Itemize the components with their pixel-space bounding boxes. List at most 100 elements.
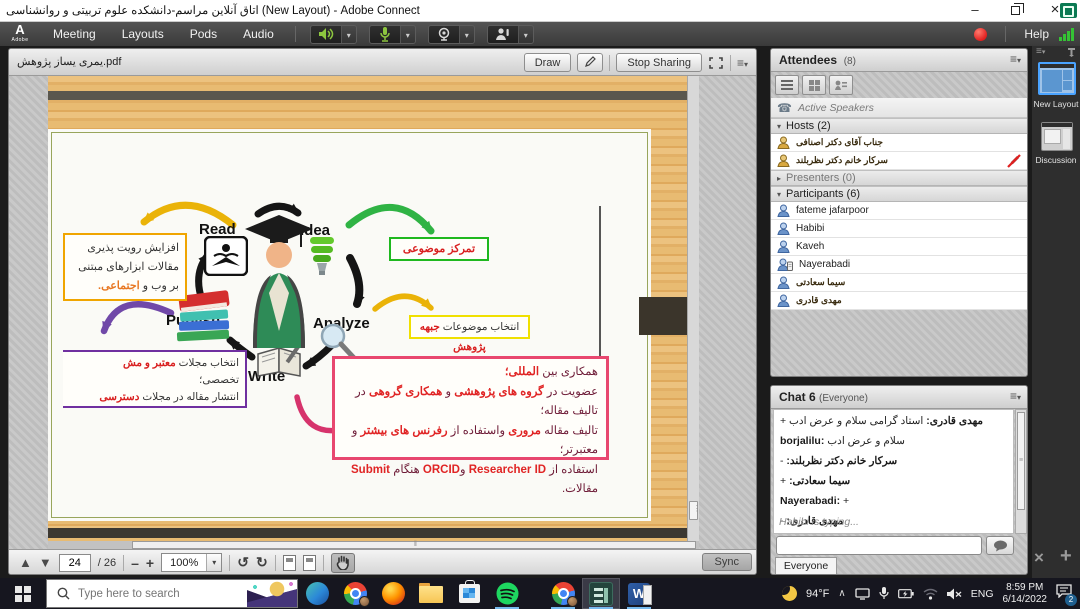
zoom-caret-icon[interactable]: ▾ (206, 554, 221, 571)
chat-message: سرکار خانم دکتر نظربلند: - (780, 455, 1007, 467)
close-pod-icon[interactable]: × (1034, 548, 1044, 568)
layouts-menu-icon[interactable]: ≡▾ (1036, 46, 1045, 57)
hosts-section-header[interactable]: ▾ Hosts (2) (771, 118, 1027, 134)
volume-muted-icon[interactable] (947, 588, 962, 600)
action-center-button[interactable]: 2 (1056, 584, 1072, 603)
taskbar-file-explorer[interactable] (412, 578, 450, 609)
participant-row[interactable]: سیما سعادتی (771, 274, 1027, 292)
host-row[interactable]: سرکار خانم دکتر نظربلند (771, 152, 1027, 170)
status-dropdown[interactable]: ▾ (518, 26, 533, 43)
menu-audio[interactable]: Audio (230, 22, 287, 46)
taskbar-store[interactable] (450, 578, 488, 609)
attendees-header: Attendees (8) ≡▾ (771, 49, 1027, 72)
menu-layouts[interactable]: Layouts (109, 22, 177, 46)
taskbar-firefox[interactable] (374, 578, 412, 609)
fullscreen-icon[interactable] (708, 56, 724, 70)
start-button[interactable] (0, 578, 46, 609)
topic-focus-box: تمرکز موضوعی (389, 237, 489, 261)
share-pod-menu-icon[interactable]: ≡▾ (737, 56, 748, 70)
attendees-pod-menu-icon[interactable]: ≡▾ (1010, 52, 1021, 66)
language-indicator[interactable]: ENG (971, 588, 994, 600)
vertical-scrollbar-thumb[interactable] (689, 501, 698, 520)
participant-row[interactable]: Nayerabadi (771, 256, 1027, 274)
mic-dropdown[interactable]: ▾ (400, 26, 415, 43)
participant-row[interactable]: مهدی قادری (771, 292, 1027, 310)
pin-icon[interactable] (1067, 48, 1076, 57)
participant-row[interactable]: Kaveh (771, 238, 1027, 256)
vertical-scrollbar[interactable] (687, 76, 699, 541)
fit-width-button[interactable] (283, 555, 296, 571)
layout-discussion-thumbnail[interactable] (1041, 122, 1073, 151)
moon-icon (782, 586, 797, 601)
tray-expand-icon[interactable]: ∧ (838, 588, 845, 599)
hand-icon (336, 555, 349, 570)
participant-row[interactable]: fateme jafarpoor (771, 202, 1027, 220)
taskbar-chrome-2[interactable] (544, 578, 582, 609)
weather-temp[interactable]: 94°F (806, 588, 829, 600)
status-button[interactable] (488, 26, 518, 43)
wifi-icon[interactable] (923, 588, 938, 600)
next-page-button[interactable]: ▼ (39, 555, 52, 570)
zoom-out-button[interactable]: – (131, 555, 139, 571)
page-number-input[interactable] (59, 554, 91, 572)
layout-new-layout-thumbnail[interactable] (1038, 62, 1076, 95)
participants-section-header[interactable]: ▾ Participants (6) (771, 186, 1027, 202)
list-view-button[interactable] (775, 75, 799, 95)
meet-now-icon[interactable] (855, 588, 870, 600)
menu-meeting[interactable]: Meeting (40, 22, 109, 46)
chat-scrollbar[interactable] (1015, 409, 1027, 534)
grid-view-button[interactable] (802, 75, 826, 95)
document-area[interactable]: Read Idea Analyze Write Publish (9, 76, 756, 549)
chat-text: + (840, 495, 849, 507)
draw-button[interactable]: Draw (524, 53, 572, 72)
search-input[interactable] (78, 588, 228, 600)
card-view-button[interactable] (829, 75, 853, 95)
tab-everyone[interactable]: Everyone (775, 557, 837, 575)
speaker-button[interactable] (311, 26, 341, 43)
webcam-button[interactable] (429, 26, 459, 43)
horizontal-scrollbar[interactable] (48, 541, 699, 549)
add-pod-icon[interactable]: + (1060, 545, 1072, 568)
sync-button[interactable]: Sync (702, 553, 752, 571)
speaker-dropdown[interactable]: ▾ (341, 26, 356, 43)
recording-indicator-icon[interactable] (974, 28, 987, 41)
taskbar-edge[interactable] (298, 578, 336, 609)
microphone-icon (379, 27, 391, 42)
taskbar-word[interactable]: W (620, 578, 658, 609)
taskbar-search[interactable] (46, 579, 298, 608)
rotate-left-button[interactable]: ↺ (237, 554, 249, 571)
tray-mic-icon[interactable] (879, 587, 889, 600)
pointer-tool-button[interactable] (577, 53, 603, 72)
host-row[interactable]: جناب آقای دکتر اصنافی (771, 134, 1027, 152)
menu-separator (295, 26, 296, 42)
chat-pod-menu-icon[interactable]: ≡▾ (1010, 389, 1021, 403)
mic-button[interactable] (370, 26, 400, 43)
pan-tool-button[interactable] (331, 553, 355, 573)
chat-message: Nayerabadi: + (780, 495, 1007, 507)
connection-signal-icon[interactable] (1059, 27, 1074, 41)
horizontal-scrollbar-thumb[interactable] (132, 541, 696, 549)
webcam-dropdown[interactable]: ▾ (459, 26, 474, 43)
taskbar-adobe-connect[interactable] (582, 578, 620, 609)
battery-icon[interactable] (898, 588, 914, 599)
chat-scrollbar-thumb[interactable] (1017, 412, 1025, 510)
search-daily-art[interactable] (247, 580, 297, 607)
taskbar-chrome[interactable] (336, 578, 374, 609)
minimize-button[interactable]: – (960, 0, 990, 22)
send-message-button[interactable] (986, 536, 1014, 555)
stop-sharing-button[interactable]: Stop Sharing (616, 53, 702, 72)
zoom-level-select[interactable]: 100% ▾ (161, 553, 222, 572)
presenters-section-header[interactable]: ▸ Presenters (0) (771, 170, 1027, 186)
zoom-in-button[interactable]: + (146, 555, 154, 571)
taskbar-spotify[interactable] (488, 578, 526, 609)
spotify-icon (496, 582, 519, 605)
fit-page-button[interactable] (303, 555, 316, 571)
participant-row[interactable]: Habibi (771, 220, 1027, 238)
previous-page-button[interactable]: ▲ (19, 555, 32, 570)
restore-button[interactable] (1000, 0, 1030, 22)
menu-pods[interactable]: Pods (177, 22, 230, 46)
chat-input[interactable] (776, 536, 982, 555)
menu-help[interactable]: Help (1024, 27, 1049, 41)
rotate-right-button[interactable]: ↻ (256, 554, 268, 571)
taskbar-clock[interactable]: 8:59 PM 6/14/2022 (1003, 582, 1048, 606)
